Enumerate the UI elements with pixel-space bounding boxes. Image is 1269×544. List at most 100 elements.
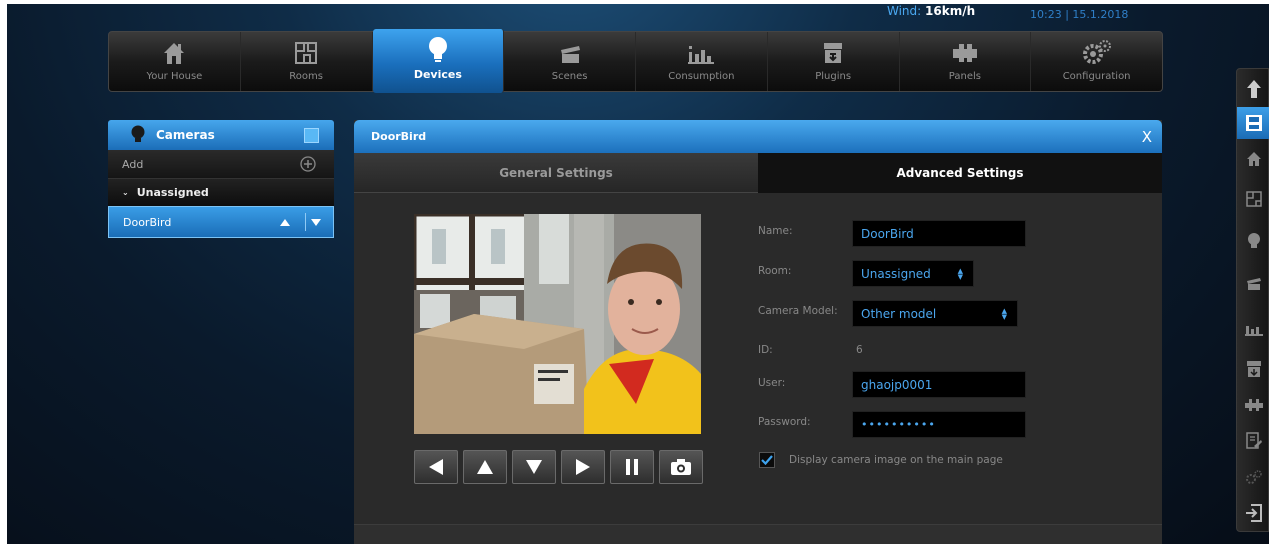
nav-panels[interactable]: Panels — [900, 32, 1032, 91]
camera-dialog: DoorBird X General Settings Advanced Set… — [354, 120, 1162, 544]
house-icon — [1246, 152, 1261, 166]
camera-model-value: Other model — [861, 306, 937, 321]
triangle-down-icon — [310, 218, 321, 226]
camera-model-label: Camera Model: — [758, 305, 838, 317]
nav-plugins[interactable]: Plugins — [768, 32, 900, 91]
nav-label: Devices — [413, 68, 462, 81]
chevron-down-icon: ⌄ — [122, 188, 129, 197]
nav-your-house[interactable]: Your House — [109, 32, 241, 91]
nav-consumption[interactable]: Consumption — [636, 32, 768, 91]
floppy-disk-icon — [1245, 115, 1262, 131]
rail-scenes[interactable] — [1237, 267, 1269, 299]
nav-label: Configuration — [1062, 71, 1131, 82]
wind-label: Wind: — [887, 4, 922, 18]
nav-configuration[interactable]: Configuration — [1031, 32, 1162, 91]
clapperboard-icon — [557, 38, 583, 68]
tab-advanced-settings[interactable]: Advanced Settings — [758, 153, 1162, 193]
user-label: User: — [758, 377, 786, 389]
camera-model-select[interactable]: Other model ▲ ▼ — [852, 300, 1018, 327]
display-image-label: Display camera image on the main page — [789, 454, 1003, 466]
nav-label: Panels — [948, 71, 981, 82]
move-down-button[interactable] — [305, 213, 325, 231]
nav-rooms[interactable]: Rooms — [241, 32, 373, 91]
room-label: Room: — [758, 265, 792, 277]
puzzle-icon — [950, 38, 980, 68]
tilt-down-button[interactable] — [512, 450, 556, 484]
frame-top-border — [0, 0, 1269, 4]
checkmark-icon — [761, 455, 773, 465]
rail-panels[interactable] — [1237, 389, 1269, 421]
nav-label: Rooms — [289, 71, 323, 82]
wind-value: 16km/h — [925, 4, 976, 18]
cameras-title: Cameras — [156, 128, 215, 142]
gears-icon — [1245, 470, 1262, 484]
tilt-up-button[interactable] — [463, 450, 507, 484]
select-arrows-icon: ▲ ▼ — [1001, 306, 1007, 321]
logout-icon — [1245, 504, 1262, 522]
move-up-button[interactable] — [275, 213, 295, 231]
floorplan-icon — [1245, 191, 1262, 207]
plugin-box-icon — [820, 38, 846, 68]
rail-house[interactable] — [1237, 143, 1269, 175]
pan-right-button[interactable] — [561, 450, 605, 484]
dialog-body: Name: DoorBird Room: Unassigned ▲ ▼ Camer… — [354, 193, 1162, 524]
right-rail — [1236, 68, 1269, 532]
camera-icon — [671, 459, 691, 475]
rail-devices[interactable] — [1237, 225, 1269, 257]
tab-general-settings[interactable]: General Settings — [354, 153, 758, 193]
arrow-right-icon — [576, 459, 590, 475]
lightbulb-icon — [131, 125, 145, 142]
puzzle-icon — [1244, 399, 1263, 411]
camera-image — [414, 214, 701, 434]
main-nav: Your House Rooms Devices Scenes Consumpt… — [108, 29, 1163, 93]
camera-item-label: DoorBird — [123, 215, 172, 229]
nav-label: Plugins — [815, 71, 852, 82]
rail-edit-page[interactable] — [1237, 425, 1269, 457]
pan-left-button[interactable] — [414, 450, 458, 484]
scroll-top-button[interactable] — [1237, 73, 1269, 105]
dialog-footer — [354, 524, 1162, 544]
lightbulb-icon — [1247, 233, 1260, 248]
pause-button[interactable] — [610, 450, 654, 484]
password-label: Password: — [758, 416, 811, 428]
add-label: Add — [122, 157, 144, 171]
display-image-checkbox[interactable] — [759, 452, 775, 468]
room-select[interactable]: Unassigned ▲ ▼ — [852, 260, 974, 287]
add-circle-icon — [300, 156, 316, 172]
rail-configuration[interactable] — [1237, 461, 1269, 493]
camera-list-item[interactable]: DoorBird — [108, 206, 334, 238]
save-button[interactable] — [1237, 107, 1269, 139]
user-field[interactable]: ghaojp0001 — [852, 371, 1026, 398]
close-icon[interactable]: X — [1142, 128, 1152, 146]
dialog-header: DoorBird X — [354, 120, 1162, 153]
bar-chart-icon — [686, 38, 716, 68]
snapshot-button[interactable] — [659, 450, 703, 484]
rail-rooms[interactable] — [1237, 183, 1269, 215]
add-camera-button[interactable]: Add — [108, 150, 334, 178]
arrow-left-icon — [429, 459, 443, 475]
nav-scenes[interactable]: Scenes — [504, 32, 636, 91]
arrow-down-icon — [526, 460, 542, 474]
datetime-status: 10:23 | 15.1.2018 — [1030, 8, 1129, 21]
lightbulb-icon — [425, 35, 451, 65]
room-select-value: Unassigned — [861, 266, 931, 281]
dialog-title: DoorBird — [371, 130, 427, 143]
name-field[interactable]: DoorBird — [852, 220, 1026, 247]
nav-label: Scenes — [551, 71, 588, 82]
settings-tabs: General Settings Advanced Settings — [354, 153, 1162, 193]
arrow-up-icon — [477, 460, 493, 474]
logout-button[interactable] — [1237, 497, 1269, 529]
clapperboard-icon — [1246, 278, 1261, 290]
arrow-up-icon — [1246, 80, 1261, 98]
list-view-icon[interactable] — [304, 128, 319, 143]
gears-icon — [1080, 38, 1114, 68]
password-field[interactable]: •••••••••• — [852, 411, 1026, 438]
id-value: 6 — [856, 344, 863, 356]
nav-devices[interactable]: Devices — [372, 29, 505, 93]
nav-label: Your House — [146, 71, 203, 82]
rail-plugins[interactable] — [1237, 353, 1269, 385]
group-unassigned[interactable]: ⌄ Unassigned — [108, 178, 334, 206]
rail-consumption[interactable] — [1237, 313, 1269, 345]
group-label: Unassigned — [136, 186, 209, 199]
frame-left-border — [0, 0, 7, 544]
